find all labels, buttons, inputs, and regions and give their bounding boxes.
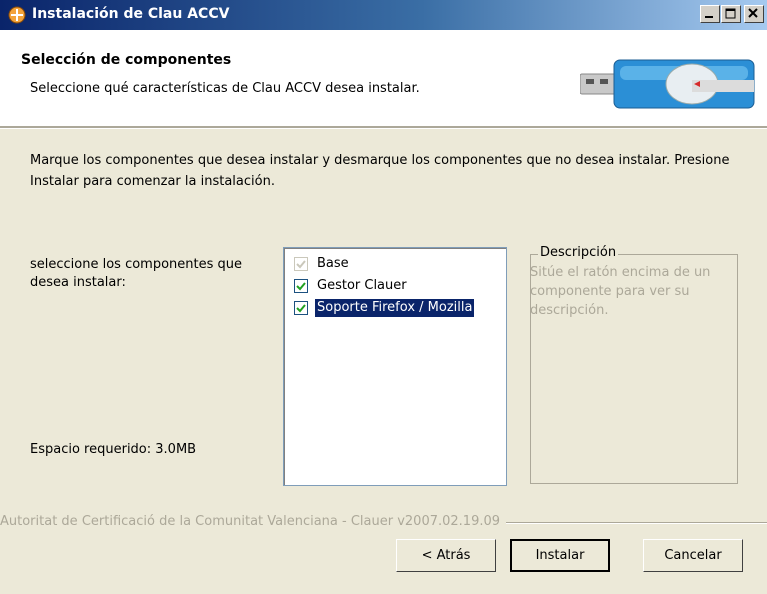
checkbox-checked-disabled-icon[interactable] xyxy=(294,257,308,271)
install-button[interactable]: Instalar xyxy=(510,539,610,572)
page-title: Selección de componentes xyxy=(21,52,232,68)
header-divider xyxy=(0,126,767,129)
usb-key-icon xyxy=(580,59,755,109)
space-required-label: Espacio requerido: 3.0MB xyxy=(30,442,197,457)
title-bar[interactable]: Instalación de Clau ACCV xyxy=(0,0,767,30)
instructions-text: Marque los componentes que desea instala… xyxy=(30,153,730,189)
installer-icon xyxy=(8,6,26,24)
page-subtitle: Seleccione qué características de Clau A… xyxy=(30,81,420,96)
components-list[interactable]: Base Gestor Clauer Soporte Firefox / Moz… xyxy=(283,247,507,486)
header-panel: Selección de componentes Seleccione qué … xyxy=(0,30,767,126)
window-title: Instalación de Clau ACCV xyxy=(32,6,230,22)
checkbox-checked-icon[interactable] xyxy=(294,301,308,315)
select-components-label: seleccione los componentes que desea ins… xyxy=(30,257,243,290)
description-legend: Descripción xyxy=(538,245,619,260)
maximize-icon xyxy=(725,8,736,19)
component-label-selected: Soporte Firefox / Mozilla xyxy=(315,299,475,317)
maximize-button[interactable] xyxy=(721,5,741,23)
minimize-icon xyxy=(705,16,713,18)
close-button[interactable] xyxy=(744,5,764,23)
cancel-button[interactable]: Cancelar xyxy=(643,539,743,572)
checkbox-checked-icon[interactable] xyxy=(294,279,308,293)
close-icon xyxy=(748,8,758,18)
back-button[interactable]: < Atrás xyxy=(396,539,496,572)
branding-text: Autoritat de Certificació de la Comunita… xyxy=(0,514,507,529)
description-text: Sitúe el ratón encima de un componente p… xyxy=(530,265,711,318)
component-label: Base xyxy=(317,256,349,271)
minimize-button[interactable] xyxy=(700,5,720,23)
description-group: Descripción Sitúe el ratón encima de un … xyxy=(530,245,738,484)
component-label: Gestor Clauer xyxy=(317,278,407,293)
